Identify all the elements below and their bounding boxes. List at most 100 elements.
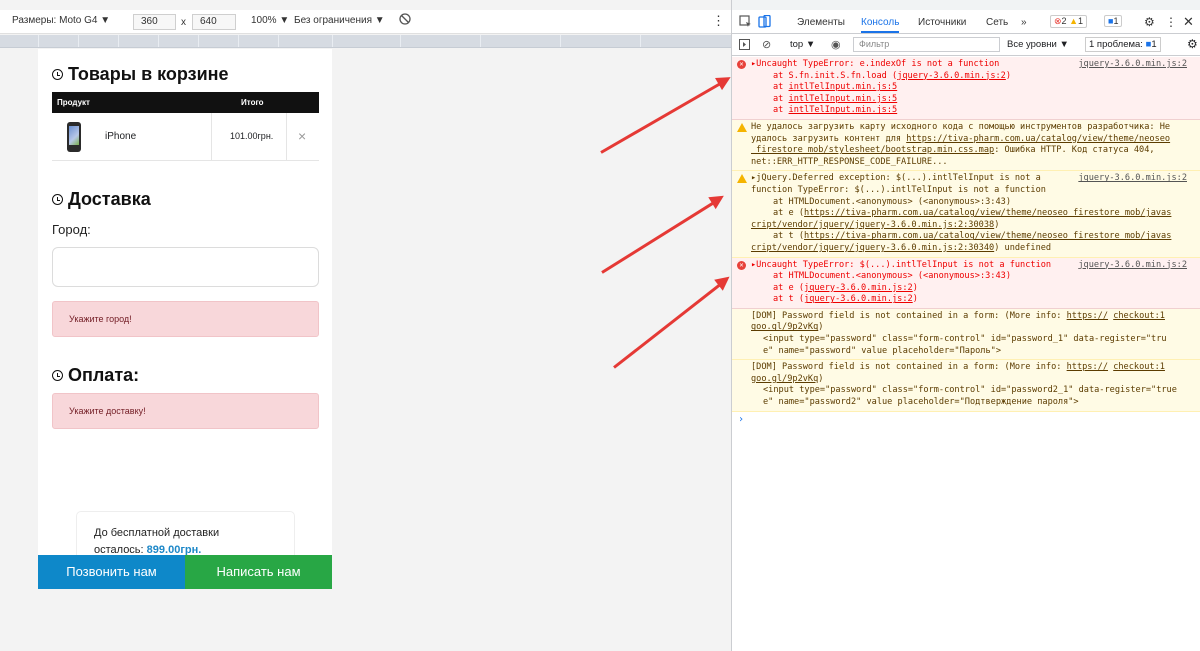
device-mode-icon[interactable]	[758, 14, 771, 31]
more-info-link[interactable]: goo.gl/9p2vKq	[751, 322, 818, 332]
console-warning-message[interactable]: Не удалось загрузить карту исходного код…	[732, 119, 1200, 172]
console-error-message[interactable]: ✕ ▸Uncaught TypeError: $(...).intlTelInp…	[732, 257, 1200, 309]
device-select[interactable]: Размеры: Moto G4 ▼	[12, 15, 110, 26]
source-link[interactable]: jquery-3.6.0.min.js:2	[1078, 59, 1187, 71]
sidebar-toggle-icon[interactable]	[739, 39, 750, 53]
height-input[interactable]: 640	[192, 14, 236, 30]
message-text: )	[818, 322, 824, 333]
inspect-icon[interactable]	[739, 15, 752, 31]
warning-count-icon: ▲	[1069, 16, 1078, 26]
console-output: ✕ ▸Uncaught TypeError: e.indexOf is not …	[732, 57, 1200, 425]
console-settings-icon[interactable]: ⚙	[1187, 37, 1198, 51]
context-select[interactable]: top ▼	[790, 39, 815, 50]
media-query-ruler	[0, 35, 731, 48]
info-count: 1	[1113, 16, 1119, 26]
element-snippet[interactable]: e" name="password2" value placeholder="П…	[751, 397, 1195, 409]
stack-link[interactable]: cript/vendor/jquery/jquery-3.6.0.min.js:…	[751, 243, 994, 253]
message-text: удалось загрузить контент для	[751, 133, 907, 144]
cart-heading: Товары в корзине	[52, 64, 229, 85]
source-map-link[interactable]: _firestore_mob/stylesheet/bootstrap.min.…	[751, 145, 994, 155]
eye-icon[interactable]: ◉	[831, 38, 841, 51]
element-snippet[interactable]: <input type="password" class="form-contr…	[751, 334, 1195, 346]
issues-count: 1	[1151, 39, 1157, 50]
close-devtools-icon[interactable]: ✕	[1183, 14, 1194, 30]
console-counts[interactable]: ⊗2 ▲1	[1050, 15, 1088, 28]
city-input[interactable]	[52, 247, 319, 287]
city-label: Город:	[52, 222, 91, 237]
stack-frame-end: ) undefined	[994, 242, 1052, 253]
info-count-badge[interactable]: ■1	[1104, 15, 1123, 27]
source-link[interactable]: checkout:1	[1113, 362, 1165, 372]
zoom-select[interactable]: 100% ▼	[251, 15, 289, 26]
devtools-tabbar: Элементы Консоль Источники Сеть » ⊗2 ▲1 …	[732, 12, 1200, 34]
write-us-button[interactable]: Написать нам	[185, 555, 332, 589]
issues-label: 1 проблема:	[1089, 39, 1143, 50]
cart-title: Товары в корзине	[68, 64, 229, 84]
warning-count: 1	[1078, 16, 1084, 26]
console-prompt[interactable]: ›	[732, 412, 1200, 426]
issues-button[interactable]: 1 проблема: ■1	[1085, 37, 1161, 52]
message-text: )	[818, 373, 824, 384]
payment-title: Оплата:	[68, 365, 140, 385]
rotate-icon[interactable]	[398, 12, 412, 29]
more-info-link[interactable]: https://	[1067, 362, 1108, 372]
console-error-message[interactable]: ✕ ▸Uncaught TypeError: e.indexOf is not …	[732, 57, 1200, 120]
width-input[interactable]: 360	[133, 14, 176, 30]
stack-link[interactable]: https://tiva-pharm.com.ua/catalog/view/t…	[804, 231, 1171, 241]
stack-at: at	[773, 82, 789, 93]
product-image[interactable]	[67, 122, 81, 152]
clear-console-icon[interactable]: ⊘	[762, 38, 771, 51]
stack-link[interactable]: jquery-3.6.0.min.js:2	[804, 283, 913, 293]
more-options-icon[interactable]: ⋮	[712, 13, 725, 29]
settings-icon[interactable]: ⚙	[1144, 15, 1155, 29]
devtools-panel: Элементы Консоль Источники Сеть » ⊗2 ▲ 1 …	[731, 0, 1200, 651]
source-map-link[interactable]: https://tiva-pharm.com.ua/catalog/view/t…	[906, 134, 1170, 144]
tab-sources[interactable]: Источники	[918, 17, 966, 28]
source-link[interactable]: jquery-3.6.0.min.js:2	[1078, 260, 1187, 272]
device-toolbar: Размеры: Moto G4 ▼ 360 x 640 100% ▼ Без …	[0, 10, 731, 34]
log-levels-select[interactable]: Все уровни ▼	[1007, 39, 1069, 50]
tab-network[interactable]: Сеть	[986, 17, 1008, 28]
console-info-message[interactable]: [DOM] Password field is not contained in…	[732, 308, 1200, 361]
stack-link[interactable]: cript/vendor/jquery/jquery-3.6.0.min.js:…	[751, 220, 994, 230]
filter-input[interactable]: Фильтр	[853, 37, 1000, 52]
call-us-button[interactable]: Позвонить нам	[38, 555, 185, 589]
throttle-select[interactable]: Без ограничения ▼	[294, 15, 385, 26]
stack-frame-end: )	[912, 294, 918, 305]
more-menu-icon[interactable]: ⋮	[1165, 15, 1177, 29]
element-snippet[interactable]: <input type="password" class="form-contr…	[751, 385, 1195, 397]
stack-frame: at HTMLDocument.<anonymous> (<anonymous>…	[773, 196, 1011, 207]
console-warning-message[interactable]: ▸jQuery.Deferred exception: $(...).intlT…	[732, 171, 1200, 258]
product-name[interactable]: iPhone	[105, 131, 136, 142]
payment-heading: Оплата:	[52, 365, 139, 386]
stack-link[interactable]: intlTelInput.min.js:5	[789, 94, 898, 104]
more-info-link[interactable]: goo.gl/9p2vKq	[751, 374, 818, 384]
more-tabs-button[interactable]: »	[1021, 17, 1027, 28]
delivery-heading: Доставка	[52, 189, 151, 210]
col-total: Итого	[241, 98, 264, 107]
annotation-arrow	[601, 197, 722, 274]
stack-link[interactable]: intlTelInput.min.js:5	[789, 82, 898, 92]
free-delivery-text: До бесплатной доставки	[94, 527, 220, 539]
more-info-link[interactable]: https://	[1067, 311, 1108, 321]
message-text: function TypeError: $(...).intlTelInput …	[751, 184, 1046, 195]
stack-link[interactable]: jquery-3.6.0.min.js:2	[897, 71, 1006, 81]
source-link[interactable]: jquery-3.6.0.min.js:2	[1078, 173, 1187, 185]
element-snippet[interactable]: e" name="password" value placeholder="Па…	[751, 346, 1195, 358]
stack-link[interactable]: intlTelInput.min.js:5	[789, 105, 898, 115]
tab-console[interactable]: Консоль	[861, 17, 900, 33]
source-link[interactable]: checkout:1	[1113, 311, 1165, 321]
tab-elements[interactable]: Элементы	[797, 17, 845, 28]
annotation-arrow	[613, 278, 728, 369]
remove-item-button[interactable]: ×	[298, 128, 306, 144]
message-text: : Ошибка HTTP. Код статуса 404,	[994, 145, 1155, 156]
stack-link[interactable]: jquery-3.6.0.min.js:2	[804, 294, 913, 304]
stack-at: at	[773, 93, 789, 104]
error-count-icon: ⊗	[1054, 16, 1062, 26]
annotation-arrow	[600, 78, 729, 154]
stack-link[interactable]: https://tiva-pharm.com.ua/catalog/view/t…	[804, 208, 1171, 218]
console-info-message[interactable]: [DOM] Password field is not contained in…	[732, 360, 1200, 412]
stack-at: at	[773, 105, 789, 116]
table-row: iPhone 101.00грн. ×	[52, 113, 319, 161]
delivery-title: Доставка	[68, 189, 151, 209]
